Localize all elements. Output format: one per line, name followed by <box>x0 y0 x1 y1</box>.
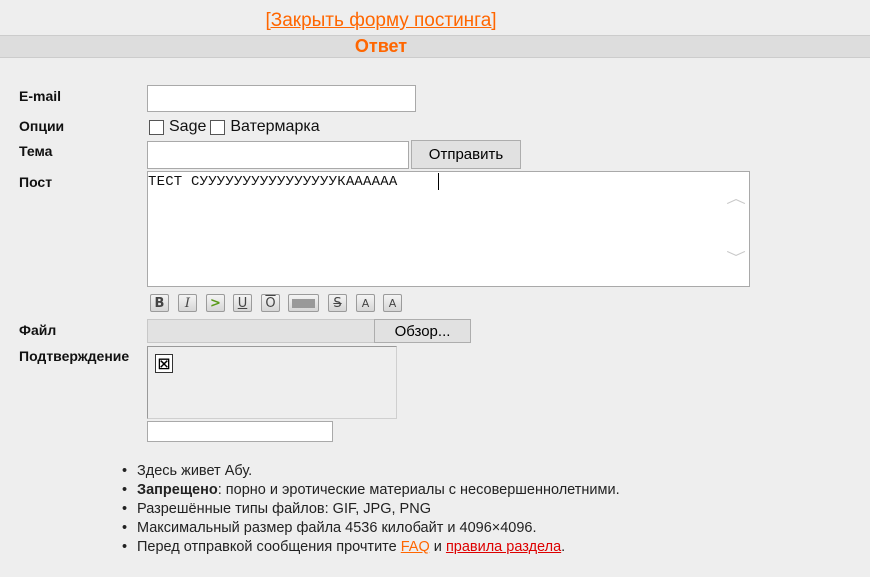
underline-icon[interactable]: U <box>233 294 252 312</box>
watermark-checkbox[interactable] <box>210 119 226 135</box>
info-text: Разрешённые типы файлов: GIF, JPG, PNG <box>137 501 431 517</box>
info-text: Перед отправкой сообщения прочтите <box>137 539 401 555</box>
faq-link[interactable]: FAQ <box>401 539 430 555</box>
watermark-label[interactable]: Ватермарка <box>230 118 319 136</box>
broken-image-icon: ☒ <box>155 354 173 373</box>
spoiler-icon[interactable] <box>288 294 319 312</box>
info-item: • Разрешённые типы файлов: GIF, JPG, PNG <box>122 501 431 517</box>
info-item: • Запрещено: порно и эротические материал… <box>122 482 620 498</box>
overline-glyph: O <box>265 295 276 311</box>
subscript-icon[interactable]: A <box>383 294 402 312</box>
email-field[interactable] <box>147 85 416 112</box>
browse-button[interactable]: Обзор... <box>374 319 471 343</box>
options-label: Опции <box>19 118 65 134</box>
post-label: Пост <box>19 174 53 190</box>
bold-glyph: B <box>154 295 165 311</box>
quote-glyph: > <box>210 295 221 311</box>
info-item: • Перед отправкой сообщения прочтите FAQ … <box>122 539 566 555</box>
rules-link[interactable]: правила раздела <box>446 539 561 555</box>
info-text: : порно и эротические материалы с несове… <box>217 482 620 498</box>
file-label: Файл <box>19 322 57 338</box>
info-item: • Здесь живет Абу. <box>122 463 253 479</box>
sage-checkbox[interactable] <box>149 119 164 135</box>
info-text: Максимальный размер файла 4536 килобайт … <box>137 520 537 536</box>
info-text: Здесь живет Абу. <box>137 463 253 479</box>
scroll-up-icon[interactable]: ︿ <box>726 188 746 208</box>
subscript-glyph: A <box>388 296 397 310</box>
subject-label: Тема <box>19 143 53 159</box>
italic-icon[interactable]: I <box>178 294 197 312</box>
captcha-label: Подтверждение <box>19 348 130 364</box>
superscript-icon[interactable]: A <box>356 294 375 312</box>
quote-icon[interactable]: > <box>206 294 225 312</box>
strikethrough-icon[interactable]: S <box>328 294 347 312</box>
overline-icon[interactable]: O <box>261 294 280 312</box>
bold-icon[interactable]: B <box>150 294 169 312</box>
info-text: и <box>429 539 446 555</box>
italic-glyph: I <box>184 295 191 311</box>
sage-label[interactable]: Sage <box>169 118 206 136</box>
captcha-field[interactable] <box>147 421 333 442</box>
subject-field[interactable] <box>147 141 409 169</box>
superscript-glyph: A <box>361 296 370 310</box>
options-group: Sage Ватермарка <box>149 117 324 137</box>
text-caret <box>438 173 439 190</box>
underline-glyph: U <box>237 295 248 311</box>
scroll-down-icon[interactable]: ﹀ <box>726 248 746 268</box>
reply-title: Ответ <box>354 36 408 56</box>
info-item: • Максимальный размер файла 4536 килобайт… <box>122 520 537 536</box>
close-form-link[interactable]: [Закрыть форму постинга] <box>0 10 762 32</box>
file-path-field[interactable] <box>147 319 375 343</box>
info-text: . <box>561 539 566 555</box>
captcha-image <box>147 346 397 419</box>
info-bold: Запрещено <box>137 482 218 498</box>
post-text: ТЕСТ СУУУУУУУУУУУУУУУУКАААААА <box>148 174 398 190</box>
submit-button[interactable]: Отправить <box>411 140 521 169</box>
email-label: E-mail <box>19 88 62 104</box>
strikethrough-glyph: S <box>333 295 342 311</box>
info-list: • Здесь живет Абу. • Запрещено: порно и эр… <box>122 462 620 557</box>
